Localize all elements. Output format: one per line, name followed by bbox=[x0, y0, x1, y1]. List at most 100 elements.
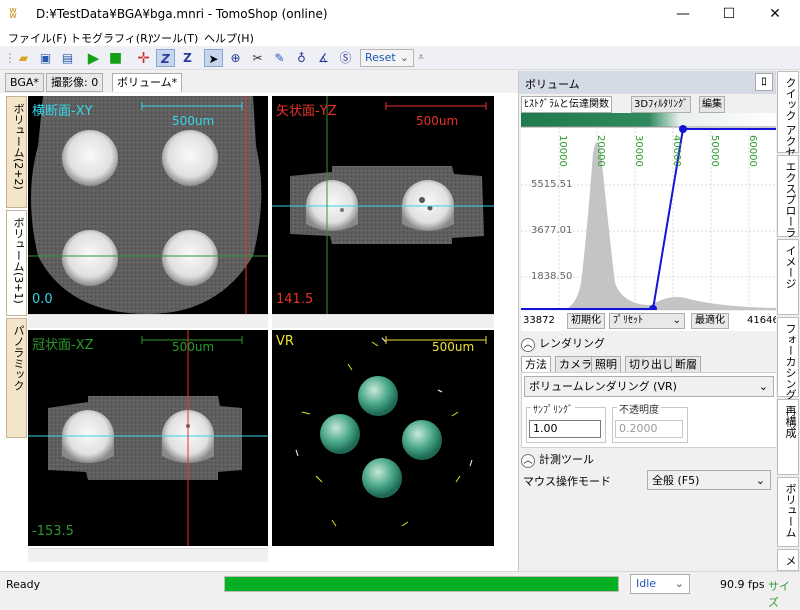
sampling-group: ｻﾝﾌﾟﾘﾝｸﾞ 1.00 bbox=[526, 401, 606, 443]
tab-lighting[interactable]: 照明 bbox=[591, 356, 621, 373]
axial-label: 横断面-XY bbox=[32, 104, 93, 119]
collapse-icon[interactable]: ︿ bbox=[521, 454, 535, 468]
pen-icon[interactable]: ✎ bbox=[270, 49, 289, 67]
side-tab-volume-label: ボリューム bbox=[784, 483, 797, 538]
open-folder-icon[interactable]: ▰ bbox=[14, 49, 33, 67]
tab-edit[interactable]: 編集 bbox=[699, 96, 725, 113]
panel-title: ボリューム bbox=[525, 78, 580, 91]
menu-bar: ファイル(F) トモグラフィ(R) ツール(T) ヘルプ(H) bbox=[0, 28, 800, 46]
opacity-input[interactable]: 0.2000 bbox=[615, 420, 683, 438]
angle-icon[interactable]: ∡ bbox=[314, 49, 333, 67]
tab-panoramic[interactable]: パノラミック bbox=[6, 318, 27, 438]
y-tick-3: 1838.50 bbox=[531, 271, 573, 282]
sampling-input[interactable]: 1.00 bbox=[529, 420, 601, 438]
s-circle-icon[interactable]: Ⓢ bbox=[336, 49, 355, 67]
menu-tools[interactable]: ツール(T) bbox=[150, 30, 198, 46]
tab-projection[interactable]: 撮影像: 0 bbox=[46, 73, 104, 92]
rendering-header-label: レンダリング bbox=[539, 337, 605, 350]
side-tab-explorer[interactable]: エクスプローラ bbox=[777, 155, 799, 238]
mouse-mode-select[interactable]: 全般 (F5) ⌄ bbox=[647, 470, 771, 490]
coronal-viewport[interactable]: 冠状面-XZ 500um -153.5 bbox=[28, 330, 268, 546]
side-tab-more-label: メ bbox=[784, 555, 797, 566]
x-tick-10000: 10000 bbox=[557, 135, 568, 167]
zoom-icon[interactable]: ⊕ bbox=[226, 49, 245, 67]
overflow-icon[interactable]: ⩡ bbox=[416, 49, 426, 67]
coronal-slice-value: -153.5 bbox=[32, 524, 74, 539]
save-all-icon[interactable]: ▤ bbox=[58, 49, 77, 67]
sagittal-slice-value: 141.5 bbox=[276, 292, 314, 307]
scissors-icon[interactable]: ✂ bbox=[248, 49, 267, 67]
z-search-icon[interactable]: Z bbox=[178, 49, 197, 67]
tab-volume-3-1[interactable]: ボリューム(3+1) bbox=[6, 210, 27, 316]
measure-icon[interactable]: ♁ bbox=[292, 49, 311, 67]
side-tab-reconstruction[interactable]: 再構成 bbox=[777, 399, 799, 475]
z-axis-icon[interactable]: Z bbox=[156, 49, 175, 67]
mouse-mode-label: マウス操作モード bbox=[523, 475, 611, 488]
tab-cropping[interactable]: 切り出し bbox=[625, 356, 677, 373]
tab-3d-filtering[interactable]: 3Dﾌｨﾙﾀﾘﾝｸﾞ bbox=[631, 96, 692, 113]
minimize-button[interactable]: — bbox=[660, 0, 706, 28]
measure-header-label: 計測ツール bbox=[539, 453, 594, 466]
tab-volume[interactable]: ボリューム* bbox=[112, 73, 183, 92]
volume-panel: ボリューム ﾛ ﾋｽﾄｸﾞﾗﾑと伝達関数 3Dﾌｨﾙﾀﾘﾝｸﾞ 編集 10000… bbox=[518, 71, 779, 571]
tab-camera[interactable]: カメラ bbox=[555, 356, 596, 373]
sagittal-scrollbar[interactable] bbox=[272, 314, 494, 328]
menu-file[interactable]: ファイル(F) bbox=[8, 30, 67, 46]
play-icon[interactable]: ▶ bbox=[84, 49, 103, 67]
x-tick-20000: 20000 bbox=[595, 135, 606, 167]
toolbar-grip: ⋮ bbox=[4, 51, 16, 65]
panel-header: ボリューム ﾛ bbox=[519, 71, 777, 94]
stop-icon[interactable]: ■ bbox=[106, 49, 125, 67]
close-button[interactable]: ✕ bbox=[752, 0, 798, 28]
title-bar: ʬ D:¥TestData¥BGA¥bga.mnri - TomoShop (o… bbox=[0, 0, 800, 28]
tab-volume-2-2-label: ボリューム(2+2) bbox=[12, 103, 25, 190]
side-tab-more[interactable]: メ bbox=[777, 549, 799, 571]
axial-slice-value: 0.0 bbox=[32, 292, 53, 307]
y-tick-1: 5515.51 bbox=[531, 179, 573, 190]
coronal-scale: 500um bbox=[172, 340, 215, 354]
optimize-button[interactable]: 最適化 bbox=[691, 313, 729, 329]
pointer-icon[interactable]: ➤ bbox=[204, 49, 223, 67]
x-tick-30000: 30000 bbox=[633, 135, 644, 167]
side-tab-focusing[interactable]: フォーカシング bbox=[777, 317, 799, 400]
side-tab-image[interactable]: イメージ bbox=[777, 239, 799, 315]
side-tab-quick-access[interactable]: クイック アクセス bbox=[777, 71, 799, 169]
state-select[interactable]: Idle ⌄ bbox=[630, 574, 690, 594]
vr-viewport[interactable]: VR 500um bbox=[272, 330, 494, 546]
status-bar: Ready Idle ⌄ 90.9 fps サイズ bbox=[0, 571, 800, 609]
side-tab-image-label: イメージ bbox=[784, 245, 797, 289]
sagittal-viewport[interactable]: 矢状面-YZ 500um 141.5 bbox=[272, 96, 494, 314]
init-button[interactable]: 初期化 bbox=[567, 313, 605, 329]
axial-scrollbar[interactable] bbox=[28, 314, 268, 328]
side-tab-volume[interactable]: ボリューム bbox=[777, 477, 799, 547]
maximize-button[interactable]: ☐ bbox=[706, 0, 752, 28]
preset-label: ﾌﾟﾘｾｯﾄ bbox=[613, 315, 643, 326]
menu-tomography[interactable]: トモグラフィ(R) bbox=[70, 30, 152, 46]
reset-dropdown[interactable]: Reset ⌄ bbox=[360, 49, 414, 67]
tab-slice[interactable]: 断層 bbox=[671, 356, 701, 373]
crosshair-icon[interactable]: ✛ bbox=[134, 49, 153, 67]
axial-viewport[interactable]: 横断面-XY 500um 0.0 bbox=[28, 96, 268, 314]
menu-help[interactable]: ヘルプ(H) bbox=[204, 30, 254, 46]
side-dock-tabs: クイック アクセス エクスプローラ イメージ フォーカシング 再構成 ボリューム… bbox=[776, 71, 800, 571]
collapse-icon[interactable]: ︿ bbox=[521, 338, 535, 352]
fps-readout: 90.9 fps bbox=[720, 578, 765, 591]
tab-method[interactable]: 方法 bbox=[521, 356, 551, 373]
save-icon[interactable]: ▣ bbox=[36, 49, 55, 67]
histogram-controls: 33872 初期化 ﾌﾟﾘｾｯﾄ ⌄ 最適化 41646 bbox=[521, 311, 779, 331]
pin-icon[interactable]: ﾛ bbox=[755, 73, 773, 91]
tab-histogram[interactable]: ﾋｽﾄｸﾞﾗﾑと伝達関数 bbox=[521, 96, 612, 113]
histogram-editor[interactable]: 10000 20000 30000 40000 50000 60000 5515… bbox=[521, 113, 777, 310]
preset-dropdown[interactable]: ﾌﾟﾘｾｯﾄ ⌄ bbox=[609, 313, 685, 329]
rendering-header[interactable]: ︿ レンダリング bbox=[521, 335, 605, 352]
measure-header[interactable]: ︿ 計測ツール bbox=[521, 451, 594, 468]
side-tab-focusing-label: フォーカシング bbox=[784, 323, 797, 400]
coronal-scrollbar[interactable] bbox=[28, 548, 268, 562]
tab-volume-2-2[interactable]: ボリューム(2+2) bbox=[6, 96, 27, 208]
x-tick-50000: 50000 bbox=[709, 135, 720, 167]
tab-bga[interactable]: BGA* bbox=[5, 73, 44, 92]
size-readout: サイズ bbox=[768, 580, 790, 609]
x-tick-60000: 60000 bbox=[747, 135, 758, 167]
render-method-select[interactable]: ボリュームレンダリング (VR) ⌄ bbox=[524, 376, 774, 397]
side-tab-reconstruction-label: 再構成 bbox=[784, 405, 797, 438]
